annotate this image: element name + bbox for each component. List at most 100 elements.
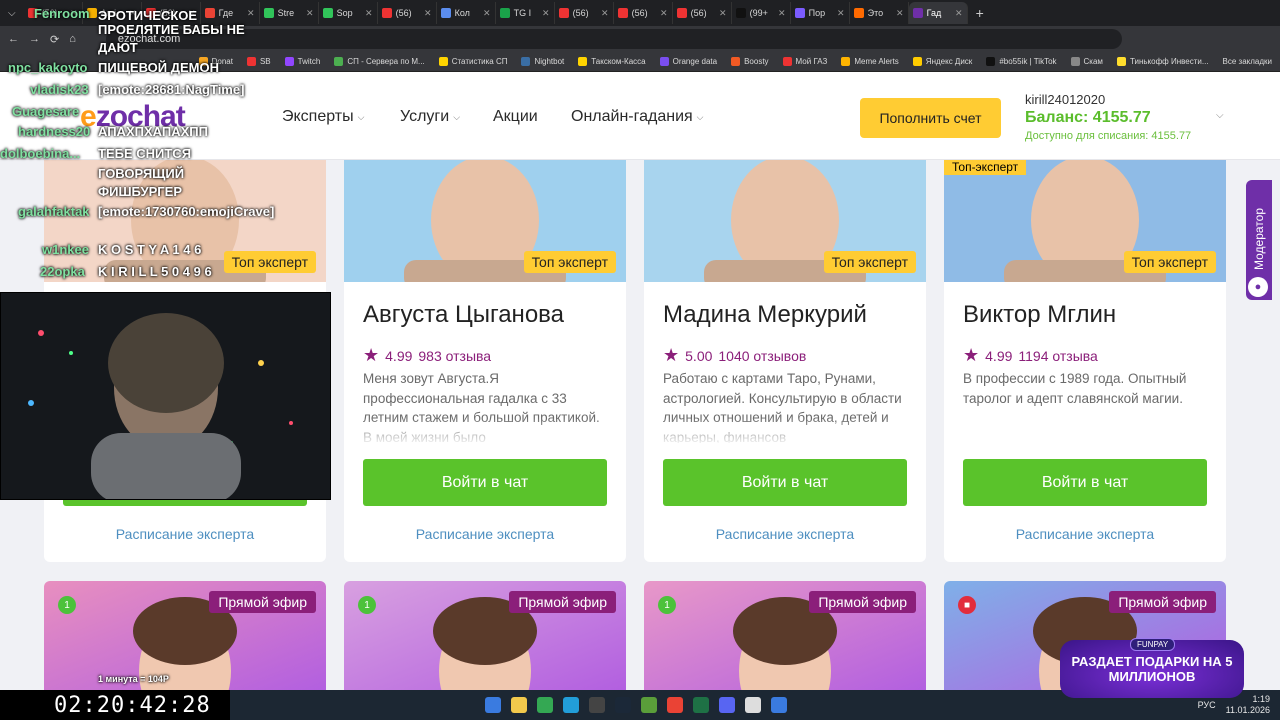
expert-card[interactable]: Топ-эксперт Топ эксперт Виктор Мглин ★ 4.99 1… bbox=[944, 160, 1226, 562]
excel-icon[interactable] bbox=[693, 697, 709, 713]
bookmark[interactable]: Meme Alerts bbox=[841, 57, 899, 66]
bookmark[interactable]: Скам bbox=[1070, 57, 1103, 66]
nav-online-readings[interactable]: Онлайн-гадания ⌵ bbox=[571, 108, 704, 126]
close-icon[interactable]: ✕ bbox=[365, 8, 373, 19]
start-icon[interactable] bbox=[485, 697, 501, 713]
live-badge: Прямой эфир bbox=[809, 591, 916, 613]
enter-chat-button[interactable]: Войти в чат bbox=[963, 459, 1207, 506]
chrome-icon[interactable] bbox=[667, 697, 683, 713]
chat-bubble-icon[interactable]: ● bbox=[1248, 277, 1268, 297]
top-expert-badge: Топ эксперт bbox=[223, 251, 316, 273]
back-icon[interactable]: ← bbox=[8, 33, 19, 45]
chat-username: hardness20 bbox=[18, 124, 91, 139]
username[interactable]: kirill24012020 bbox=[1025, 92, 1105, 107]
reviews-link[interactable]: 1040 отзывов bbox=[718, 348, 806, 364]
browser-tab[interactable]: (99+ ✕ bbox=[732, 2, 791, 24]
browser-tab[interactable]: (56) ✕ bbox=[614, 2, 673, 24]
account-chevron-icon[interactable]: ⌵ bbox=[1216, 110, 1224, 121]
bookmark[interactable]: Boosty bbox=[731, 57, 769, 66]
new-tab-icon[interactable]: + bbox=[968, 5, 992, 21]
chat-username: npc_kakoyto bbox=[8, 60, 88, 75]
close-icon[interactable]: ✕ bbox=[601, 8, 609, 19]
app-icon[interactable] bbox=[745, 697, 761, 713]
explorer-icon[interactable] bbox=[511, 697, 527, 713]
all-bookmarks[interactable]: Все закладки bbox=[1223, 57, 1272, 66]
tab-label: (56) bbox=[690, 8, 707, 18]
expert-name[interactable]: Виктор Мглин bbox=[963, 301, 1116, 329]
reload-icon[interactable]: ⟳ bbox=[50, 33, 59, 46]
bookmark-icon bbox=[782, 57, 792, 66]
nav-services[interactable]: Услуги ⌵ bbox=[400, 108, 460, 126]
browser-tab[interactable]: Stre ✕ bbox=[260, 2, 319, 24]
close-icon[interactable]: ✕ bbox=[837, 8, 845, 19]
bookmark[interactable]: Мой ГАЗ bbox=[782, 57, 827, 66]
browser-tab[interactable]: Sop ✕ bbox=[319, 2, 378, 24]
expert-name[interactable]: Августа Цыганова bbox=[363, 301, 564, 329]
close-icon[interactable]: ✕ bbox=[955, 8, 963, 19]
expert-schedule-link[interactable]: Расписание эксперта bbox=[44, 526, 326, 542]
close-icon[interactable]: ✕ bbox=[660, 8, 668, 19]
telegram-icon[interactable] bbox=[563, 697, 579, 713]
nav-experts[interactable]: Эксперты ⌵ bbox=[282, 108, 364, 126]
nav-promotions[interactable]: Акции bbox=[493, 108, 538, 126]
browser-tab[interactable]: Это ✕ bbox=[850, 2, 909, 24]
chrome-icon[interactable] bbox=[537, 697, 553, 713]
bookmark[interactable]: Такском-Касса bbox=[578, 57, 646, 66]
bookmark[interactable]: #bo55ik | TikTok bbox=[986, 57, 1057, 66]
browser-tab[interactable]: (56) ✕ bbox=[673, 2, 732, 24]
browser-tab[interactable]: Где ✕ bbox=[201, 2, 260, 24]
forward-icon[interactable]: → bbox=[29, 33, 40, 45]
bookmark[interactable]: Twitch bbox=[284, 57, 320, 66]
live-expert-card[interactable]: Прямой эфир 1 bbox=[44, 581, 326, 691]
url-bar[interactable]: ezochat.com bbox=[105, 29, 1122, 49]
discord-icon[interactable] bbox=[719, 697, 735, 713]
obs-icon[interactable] bbox=[589, 697, 605, 713]
reviews-link[interactable]: 983 отзыва bbox=[418, 348, 491, 364]
bookmark[interactable]: Тинькофф Инвести... bbox=[1116, 57, 1209, 66]
browser-tab[interactable]: Гад ✕ bbox=[908, 2, 968, 24]
close-icon[interactable]: ✕ bbox=[306, 8, 314, 19]
tab-search-icon[interactable]: ⌵ bbox=[0, 8, 24, 19]
browser-tab[interactable]: Кол ✕ bbox=[437, 2, 496, 24]
bookmark[interactable]: SB bbox=[246, 57, 271, 66]
live-expert-card[interactable]: Прямой эфир 1 bbox=[644, 581, 926, 691]
topup-button[interactable]: Пополнить счет bbox=[860, 98, 1001, 138]
chat-message: K O S T Y A 1 4 6 bbox=[98, 242, 202, 257]
close-icon[interactable]: ✕ bbox=[896, 8, 904, 19]
close-icon[interactable]: ✕ bbox=[719, 8, 727, 19]
star-icon: ★ bbox=[363, 345, 380, 365]
close-icon[interactable]: ✕ bbox=[542, 8, 550, 19]
browser-tab[interactable]: TG I ✕ bbox=[496, 2, 555, 24]
expert-name[interactable]: Мадина Меркурий bbox=[663, 301, 867, 329]
bookmark[interactable]: Яндекс Диск bbox=[912, 57, 972, 66]
home-icon[interactable]: ⌂ bbox=[69, 33, 76, 45]
expert-schedule-link[interactable]: Расписание эксперта bbox=[944, 526, 1226, 542]
expert-schedule-link[interactable]: Расписание эксперта bbox=[344, 526, 626, 542]
live-expert-card[interactable]: Прямой эфир 1 bbox=[344, 581, 626, 691]
bookmark-icon bbox=[731, 57, 741, 66]
expert-schedule-link[interactable]: Расписание эксперта bbox=[644, 526, 926, 542]
expert-card[interactable]: Топ эксперт Мадина Меркурий ★ 5.00 1040 отзы… bbox=[644, 160, 926, 562]
close-icon[interactable]: ✕ bbox=[247, 8, 255, 19]
browser-tab[interactable]: Пор ✕ bbox=[791, 2, 850, 24]
bookmark[interactable]: СП - Сервера по М... bbox=[334, 57, 425, 66]
bookmark-icon bbox=[334, 57, 344, 66]
browser-tab[interactable]: (56) ✕ bbox=[555, 2, 614, 24]
enter-chat-button[interactable]: Войти в чат bbox=[663, 459, 907, 506]
app-icon[interactable] bbox=[771, 697, 787, 713]
bookmark[interactable]: Orange data bbox=[659, 57, 717, 66]
expert-card[interactable]: Топ эксперт Августа Цыганова ★ 4.99 983 отзы… bbox=[344, 160, 626, 562]
close-icon[interactable]: ✕ bbox=[778, 8, 786, 19]
promo-tag: FUNPAY bbox=[1130, 638, 1176, 651]
bookmark[interactable]: Nightbot bbox=[521, 57, 564, 66]
enter-chat-button[interactable]: Войти в чат bbox=[363, 459, 607, 506]
reviews-link[interactable]: 1194 отзыва bbox=[1018, 348, 1097, 364]
minecraft-icon[interactable] bbox=[641, 697, 657, 713]
close-icon[interactable]: ✕ bbox=[424, 8, 432, 19]
steam-icon[interactable] bbox=[615, 697, 631, 713]
balance: Баланс: 4155.77 bbox=[1025, 109, 1151, 126]
close-icon[interactable]: ✕ bbox=[483, 8, 491, 19]
language-indicator[interactable]: РУС bbox=[1198, 700, 1216, 710]
browser-tab[interactable]: (56) ✕ bbox=[378, 2, 437, 24]
bookmark[interactable]: Статистика СП bbox=[438, 57, 507, 66]
